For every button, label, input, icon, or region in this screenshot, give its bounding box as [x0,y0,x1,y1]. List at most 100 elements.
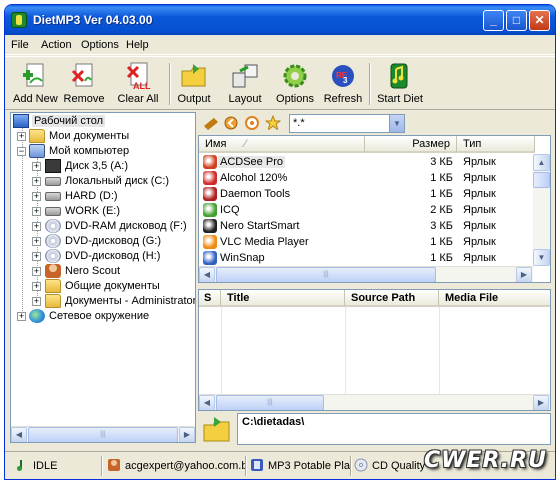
filter-input[interactable]: *.* [289,114,405,133]
maximize-button[interactable]: □ [506,10,527,31]
tree-item-nero-scout[interactable]: + Nero Scout [11,264,191,279]
scrollbar-thumb[interactable] [533,172,550,188]
scroll-right-icon[interactable]: ▶ [533,395,549,410]
layout-button[interactable]: Layout [225,61,265,109]
expand-icon[interactable]: + [32,177,41,186]
sort-icon: ∕ [244,138,247,150]
target-icon[interactable] [244,115,260,131]
output-folder-icon[interactable] [202,415,232,443]
title-bar[interactable]: DietMP3 Ver 04.03.00 _ □ ✕ [5,5,555,35]
column-name[interactable]: Имя ∕ [199,136,365,153]
file-row[interactable]: ACDSee Pro 3 КБ Ярлык [199,154,534,170]
scroll-up-icon[interactable]: ▲ [533,154,550,171]
status-player: MP3 Potable Player [250,456,350,476]
collapse-icon[interactable]: − [17,147,26,156]
tree-item-drive-f[interactable]: + DVD-RAM дисковод (F:) [11,219,195,234]
add-new-button[interactable]: Add New [13,61,58,109]
output-path-field[interactable]: C:\dietadas\ [237,413,551,445]
scroll-right-icon[interactable]: ▶ [179,427,195,442]
tree-horizontal-scrollbar[interactable]: ◀ ||| ▶ [11,426,195,442]
star-icon[interactable] [265,115,281,131]
back-icon[interactable] [223,115,239,131]
minimize-button[interactable]: _ [483,10,504,31]
clear-all-button[interactable]: ALL Clear All [113,61,163,109]
folder-icon [29,129,45,143]
menu-bar: File Action Options Help [5,35,555,55]
scrollbar-thumb[interactable]: ||| [28,427,178,442]
column-source-path[interactable]: Source Path [345,290,439,307]
expand-icon[interactable]: + [32,267,41,276]
expand-icon[interactable]: + [32,207,41,216]
scroll-down-icon[interactable]: ▼ [533,249,550,266]
file-row[interactable]: Daemon Tools 1 КБ Ярлык [199,186,534,202]
file-vertical-scrollbar[interactable]: ▲ ▼ [533,154,550,266]
expand-icon[interactable]: + [32,222,41,231]
expand-icon[interactable]: + [32,252,41,261]
expand-icon[interactable]: + [17,312,26,321]
column-media-file[interactable]: Media File [439,290,550,307]
daemon-tools-icon [203,187,217,201]
expand-icon[interactable]: + [17,132,26,141]
remove-button[interactable]: Remove [63,61,105,109]
expand-icon[interactable]: + [32,282,41,291]
tree-item-drive-c[interactable]: + Локальный диск (C:) [11,174,191,189]
tree-item-my-documents[interactable]: + Мои документы [11,129,191,144]
user-icon [108,459,120,471]
file-row[interactable]: ICQ 2 КБ Ярлык [199,202,534,218]
layout-icon [232,64,258,88]
folder-tree[interactable]: Рабочий стол + Мои документы − Мой компь… [10,112,196,443]
column-title[interactable]: Title [221,290,345,307]
scroll-left-icon[interactable]: ◀ [199,267,215,282]
scrollbar-thumb[interactable]: ||| [216,267,436,282]
menu-options[interactable]: Options [81,39,119,51]
queue-horizontal-scrollbar[interactable]: ◀ ||| ▶ [199,394,550,410]
folder-icon [45,294,61,308]
tree-item-my-computer[interactable]: − Мой компьютер [11,144,191,159]
status-quality: CD Quality [354,456,430,476]
menu-help[interactable]: Help [126,39,149,51]
file-row[interactable]: Nero StartSmart 3 КБ Ярлык [199,218,534,234]
menu-file[interactable]: File [11,39,29,51]
expand-icon[interactable]: + [32,192,41,201]
link-icon[interactable] [202,115,218,131]
file-row[interactable]: WinSnap 1 КБ Ярлык [199,250,534,266]
tree-item-drive-d[interactable]: + HARD (D:) [11,189,191,204]
options-button[interactable]: Options [275,61,315,109]
tree-item-network[interactable]: + Сетевое окружение [11,309,191,324]
tree-item-desktop[interactable]: Рабочий стол [11,114,106,129]
refresh-button[interactable]: RE 3 Refresh [323,61,363,109]
expand-icon[interactable]: + [32,162,41,171]
chevron-down-icon[interactable]: ▼ [389,115,404,132]
output-button[interactable]: Output [175,61,213,109]
tree-item-drive-a[interactable]: + Диск 3,5 (A:) [11,159,191,174]
nero-icon [45,264,61,278]
alcohol-icon [203,171,217,185]
start-diet-button[interactable]: Start Diet [375,61,425,109]
column-size[interactable]: Размер [365,136,457,153]
queue-list[interactable]: S Title Source Path Media File ◀ ||| ▶ [198,289,551,411]
file-horizontal-scrollbar[interactable]: ◀ ||| ▶ [199,266,533,282]
tree-item-drive-h[interactable]: + DVD-дисковод (H:) [11,249,191,264]
close-button[interactable]: ✕ [529,10,550,31]
expand-icon[interactable]: + [32,297,41,306]
scroll-right-icon[interactable]: ▶ [516,267,532,282]
file-row[interactable]: VLC Media Player 1 КБ Ярлык [199,234,534,250]
tree-item-drive-g[interactable]: + DVD-дисковод (G:) [11,234,191,249]
scroll-left-icon[interactable]: ◀ [11,427,27,442]
file-list[interactable]: Имя ∕ Размер Тип ACDSee Pro 3 КБ Ярлык Al… [198,135,551,283]
computer-icon [29,144,45,158]
acdsee-icon [203,155,217,169]
column-status[interactable]: S [199,290,221,307]
svg-text:3: 3 [343,76,348,85]
expand-icon[interactable]: + [32,237,41,246]
tree-item-admin-documents[interactable]: + Документы - Administrator [11,294,195,309]
scroll-left-icon[interactable]: ◀ [199,395,215,410]
column-type[interactable]: Тип [457,136,535,153]
cd-icon [354,458,368,472]
file-row[interactable]: Alcohol 120% 1 КБ Ярлык [199,170,534,186]
scrollbar-thumb[interactable]: ||| [216,395,324,410]
menu-action[interactable]: Action [41,39,72,51]
gear-icon [283,64,307,88]
tree-item-drive-e[interactable]: + WORK (E:) [11,204,191,219]
tree-item-shared-documents[interactable]: + Общие документы [11,279,191,294]
